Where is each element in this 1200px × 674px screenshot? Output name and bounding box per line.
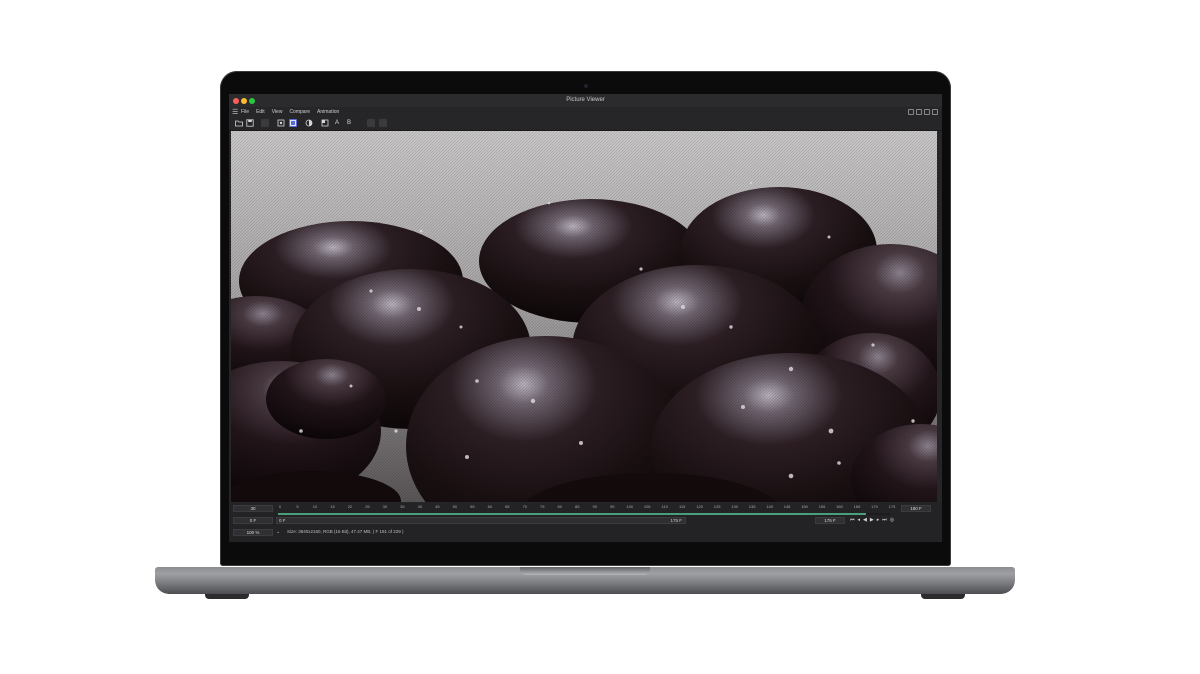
frame-ruler[interactable]: 0 5 10 15 22 25 30 35 40 45 50 55 60 65 70 75 80 85 90 95 10… <box>276 504 899 513</box>
frame-tick-label: 140 <box>766 504 773 509</box>
step-forward-icon[interactable]: ▸ <box>877 517 880 523</box>
menu-edit[interactable]: Edit <box>256 109 265 115</box>
frame-tick-label: 135 <box>748 504 756 509</box>
layout-icon[interactable] <box>908 109 914 115</box>
menu-view[interactable]: View <box>272 109 283 115</box>
frame-tick-label: 80 <box>557 504 562 509</box>
frame-tick-label: 170 <box>871 504 878 509</box>
frame-tick-label: 110 <box>661 504 668 509</box>
frame-tick-label: 175 <box>888 504 896 509</box>
open-folder-icon[interactable] <box>235 119 243 127</box>
go-to-start-icon[interactable]: ⏮ <box>850 517 855 523</box>
laptop-foot-right <box>921 594 965 599</box>
frame-tick-label: 15 <box>330 504 335 509</box>
frame-tick-label: 100 <box>626 504 634 509</box>
window-title: Picture Viewer <box>566 97 605 103</box>
range-start-label: 0 F <box>279 518 286 523</box>
zoom-dropdown-icon[interactable]: ⌄ <box>276 529 280 535</box>
redo-icon[interactable] <box>379 119 387 127</box>
render-image <box>231 131 937 502</box>
frame-tick-label: 25 <box>365 504 370 509</box>
frame-tick-label: 70 <box>522 504 528 509</box>
channels-icon[interactable] <box>321 119 329 127</box>
menu-file[interactable]: File <box>241 109 249 115</box>
frame-progress-fill <box>278 513 866 515</box>
image-viewport[interactable] <box>231 131 937 502</box>
start-frame-field[interactable]: 30 <box>233 505 273 512</box>
frame-tick-label: 120 <box>696 504 703 509</box>
go-to-end-icon[interactable]: ⏭ <box>882 517 887 523</box>
frame-tick-label: 150 <box>801 504 808 509</box>
frame-tick-label: 105 <box>643 504 651 509</box>
menu-bar: ☰ File Edit View Compare Animation <box>229 107 942 116</box>
end-frame-field[interactable]: 180 F <box>901 505 931 512</box>
hamburger-menu-icon[interactable]: ☰ <box>232 108 238 116</box>
current-frame-field[interactable]: 0 F <box>233 517 273 524</box>
save-icon[interactable] <box>246 119 254 127</box>
fit-view-icon[interactable] <box>289 119 297 127</box>
menu-compare[interactable]: Compare <box>289 109 310 115</box>
crop-icon[interactable] <box>277 119 285 127</box>
frame-tick-label: 85 <box>575 504 580 509</box>
frame-tick-label: 145 <box>783 504 791 509</box>
compare-a-button[interactable]: A <box>333 119 341 127</box>
contrast-icon[interactable] <box>305 119 313 127</box>
frame-tick-label: 90 <box>592 504 597 509</box>
window-layout-controls <box>908 107 938 116</box>
menu-animation[interactable]: Animation <box>317 109 339 115</box>
frame-tick-label: 30 <box>382 504 388 509</box>
loop-icon[interactable]: ◎ <box>890 517 894 523</box>
toolbar: A B <box>229 116 942 131</box>
frame-tick-label: 35 <box>400 504 405 509</box>
transport-controls: ⏮ ◂ ◀ ▶ ▸ ⏭ ◎ <box>850 517 894 523</box>
frame-tick-label: 50 <box>452 504 458 509</box>
frame-tick-label: 95 <box>609 504 615 509</box>
zoom-field[interactable]: 100 % <box>233 529 273 536</box>
laptop-foot-left <box>205 594 249 599</box>
laptop-notch <box>520 567 650 575</box>
snapshot-icon[interactable] <box>261 119 269 127</box>
camera-icon <box>584 84 588 88</box>
frame-tick-label: 160 <box>836 504 843 509</box>
frame-tick-label: 22 <box>347 504 353 509</box>
play-icon[interactable]: ▶ <box>870 517 874 523</box>
screen: Picture Viewer ☰ File Edit View Compare … <box>229 94 942 542</box>
frame-tick-label: 10 <box>312 504 318 509</box>
playhead-frame-field[interactable]: 175 F <box>815 517 845 524</box>
frame-progress-track[interactable] <box>278 513 890 515</box>
pin-icon[interactable] <box>932 109 938 115</box>
compare-b-button[interactable]: B <box>345 119 353 127</box>
frame-tick-label: 40 <box>417 504 423 509</box>
frame-tick-label: 5 <box>296 504 299 509</box>
timeline-panel: 30 0 5 10 15 22 25 30 35 40 45 50 55 60 65 70 75 80 85 90 9… <box>229 503 942 542</box>
frame-tick-label: 165 <box>853 504 861 509</box>
frame-tick-label: 115 <box>678 504 686 509</box>
frame-tick-label: 125 <box>713 504 721 509</box>
undo-icon[interactable] <box>367 119 375 127</box>
frame-tick-label: 155 <box>818 504 826 509</box>
title-bar: Picture Viewer <box>229 94 942 107</box>
preview-range-bar[interactable]: 0 F 175 F <box>276 517 686 524</box>
frame-tick-label: 130 <box>731 504 738 509</box>
frame-tick-label: 65 <box>505 504 510 509</box>
frame-tick-label: 55 <box>470 504 475 509</box>
status-info: Size: 3840x2160, RGB (16 Bit), 47.47 MB,… <box>287 529 404 534</box>
frame-tick-label: 45 <box>435 504 440 509</box>
frame-tick-label: 0 <box>278 504 282 509</box>
play-reverse-icon[interactable]: ◀ <box>863 517 867 523</box>
frame-tick-label: 75 <box>540 504 545 509</box>
external-window-icon[interactable] <box>916 109 922 115</box>
range-end-label: 175 F <box>670 518 682 523</box>
settings-icon[interactable] <box>924 109 930 115</box>
frame-tick-label: 60 <box>487 504 493 509</box>
step-back-icon[interactable]: ◂ <box>858 517 861 523</box>
